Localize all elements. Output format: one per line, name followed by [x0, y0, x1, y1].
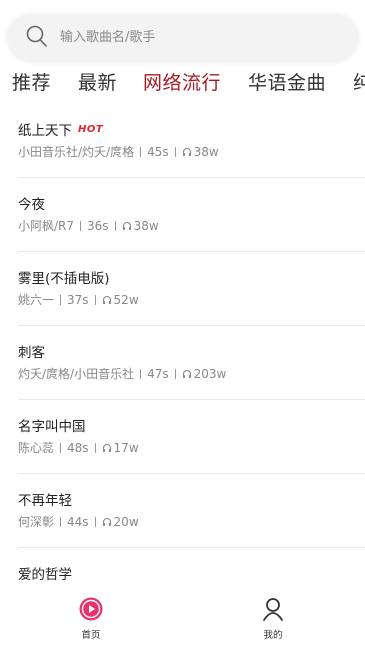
- song-title: 今夜: [18, 197, 45, 213]
- search-input[interactable]: [60, 29, 300, 45]
- meta-divider: [80, 220, 82, 231]
- meta-divider: [94, 516, 96, 527]
- song-artist: 陈心蕊: [18, 441, 55, 455]
- meta-divider: [60, 294, 62, 305]
- meta-divider: [174, 146, 176, 157]
- meta-divider: [140, 146, 142, 157]
- song-plays: 38w: [193, 144, 219, 159]
- tab-latest[interactable]: 最新: [78, 68, 117, 95]
- meta-divider: [114, 220, 116, 231]
- song-item[interactable]: 爱的哲学: [18, 548, 365, 594]
- meta-divider: [60, 442, 62, 453]
- headphone-icon: [122, 221, 132, 231]
- song-duration: 37s: [67, 292, 89, 307]
- song-item[interactable]: 刺客 灼夭/庹格/小田音乐社 47s 203w: [18, 326, 365, 400]
- song-title: 纸上天下: [18, 123, 72, 139]
- meta-divider: [140, 368, 142, 379]
- tab-network-popular[interactable]: 网络流行: [143, 68, 221, 95]
- song-plays: 52w: [113, 292, 139, 307]
- meta-divider: [174, 368, 176, 379]
- meta-divider: [94, 294, 96, 305]
- headphone-icon: [182, 369, 192, 379]
- song-duration: 44s: [67, 514, 89, 529]
- song-item[interactable]: 纸上天下 HOT 小田音乐社/灼夭/庹格 45s 38w: [18, 104, 365, 178]
- song-artist: 何深彰: [18, 515, 55, 529]
- song-item[interactable]: 今夜 小阿枫/R7 36s 38w: [18, 178, 365, 252]
- song-duration: 45s: [147, 144, 169, 159]
- nav-mine[interactable]: 我的: [243, 596, 303, 641]
- song-artist: 小阿枫/R7: [18, 219, 75, 233]
- search-bar[interactable]: [8, 14, 358, 60]
- category-tabs: 推荐 最新 网络流行 华语金曲 纯: [0, 64, 365, 104]
- song-item[interactable]: 雾里(不插电版) 姚六一 37s 52w: [18, 252, 365, 326]
- song-artist: 小田音乐社/灼夭/庹格: [18, 145, 135, 159]
- song-duration: 36s: [87, 218, 109, 233]
- search-icon[interactable]: [26, 25, 48, 49]
- song-plays: 20w: [113, 514, 139, 529]
- tab-chinese-classics[interactable]: 华语金曲: [248, 68, 326, 95]
- song-plays: 17w: [113, 440, 139, 455]
- headphone-icon: [102, 443, 112, 453]
- song-title: 雾里(不插电版): [18, 271, 110, 287]
- headphone-icon: [102, 295, 112, 305]
- song-duration: 48s: [67, 440, 89, 455]
- tab-recommend[interactable]: 推荐: [12, 68, 51, 95]
- song-plays: 38w: [133, 218, 159, 233]
- headphone-icon: [182, 147, 192, 157]
- hot-badge: HOT: [78, 123, 104, 135]
- nav-home-label: 首页: [81, 630, 101, 641]
- person-icon: [260, 596, 286, 626]
- search-container: [8, 14, 358, 60]
- song-item[interactable]: 不再年轻 何深彰 44s 20w: [18, 474, 365, 548]
- song-title: 不再年轻: [18, 493, 72, 509]
- song-duration: 47s: [147, 366, 169, 381]
- nav-mine-label: 我的: [263, 630, 283, 641]
- song-item[interactable]: 名字叫中国 陈心蕊 48s 17w: [18, 400, 365, 474]
- bottom-nav: 首页 我的: [0, 594, 365, 650]
- song-plays: 203w: [193, 366, 227, 381]
- meta-divider: [60, 516, 62, 527]
- song-artist: 灼夭/庹格/小田音乐社: [18, 367, 135, 381]
- song-artist: 姚六一: [18, 293, 55, 307]
- song-title: 刺客: [18, 345, 45, 361]
- song-title: 名字叫中国: [18, 419, 86, 435]
- meta-divider: [94, 442, 96, 453]
- song-list: 纸上天下 HOT 小田音乐社/灼夭/庹格 45s 38w 今夜 小阿枫/R7 3…: [0, 104, 365, 594]
- tab-pure[interactable]: 纯: [353, 68, 365, 95]
- nav-home[interactable]: 首页: [61, 596, 121, 641]
- play-circle-icon: [78, 596, 104, 626]
- song-title: 爱的哲学: [18, 567, 72, 583]
- headphone-icon: [102, 517, 112, 527]
